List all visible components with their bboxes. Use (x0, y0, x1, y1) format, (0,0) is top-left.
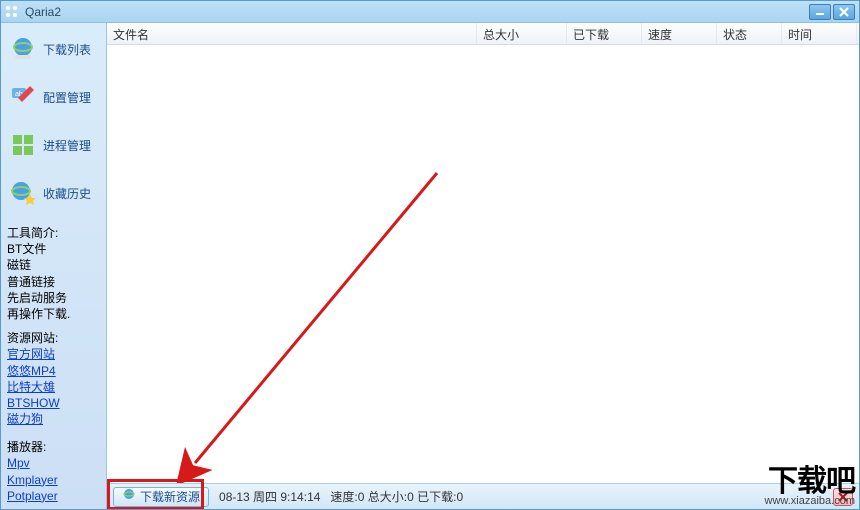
sidebar-item-config[interactable]: ab 配置管理 (3, 73, 104, 121)
resource-link[interactable]: 磁力狗 (7, 411, 100, 427)
intro-line: 普通链接 (7, 274, 100, 290)
watermark: 下载吧 www.xiazaiba.com (765, 467, 855, 507)
table-body (107, 45, 859, 483)
resource-link[interactable]: 官方网站 (7, 346, 100, 362)
players-links: Mpv Kmplayer Potplayer (1, 455, 106, 509)
globe-download-icon (9, 35, 37, 63)
intro-line: 先启动服务 (7, 290, 100, 306)
app-icon (5, 5, 19, 19)
grid-icon (9, 131, 37, 159)
col-downloaded[interactable]: 已下载 (567, 23, 642, 44)
window-controls (809, 4, 855, 20)
download-new-button[interactable]: 下载新资源 (113, 487, 209, 507)
sidebar-intro: 工具简介: BT文件 磁链 普通链接 先启动服务 再操作下载. (1, 219, 106, 324)
sidebar-item-process[interactable]: 进程管理 (3, 121, 104, 169)
status-datetime: 08-13 周四 9:14:14 (219, 488, 320, 505)
intro-heading: 工具简介: (7, 225, 100, 241)
resource-link[interactable]: 比特大雄 (7, 379, 100, 395)
download-button-label: 下载新资源 (140, 488, 200, 505)
table-header: 文件名 总大小 已下载 速度 状态 时间 (107, 23, 859, 45)
sidebar-item-label: 收藏历史 (43, 185, 98, 202)
player-link[interactable]: Kmplayer (7, 472, 100, 488)
body: 下载列表 ab 配置管理 进程管理 (1, 23, 859, 509)
players-heading: 播放器: (1, 433, 106, 455)
titlebar: Qaria2 (1, 1, 859, 23)
intro-line: BT文件 (7, 241, 100, 257)
globe-star-icon (9, 179, 37, 207)
sidebar-item-history[interactable]: 收藏历史 (3, 169, 104, 217)
sidebar-item-download-list[interactable]: 下载列表 (3, 25, 104, 73)
resource-link[interactable]: 悠悠MP4 (7, 363, 100, 379)
intro-line: 磁链 (7, 257, 100, 273)
sidebar-item-label: 进程管理 (43, 137, 98, 154)
status-metrics: 速度:0 总大小:0 已下载:0 (330, 488, 463, 505)
resource-link[interactable]: BTSHOW (7, 395, 100, 411)
col-speed[interactable]: 速度 (642, 23, 717, 44)
resources-links: 官方网站 悠悠MP4 比特大雄 BTSHOW 磁力狗 (1, 346, 106, 433)
status-bar: 下载新资源 08-13 周四 9:14:14 速度:0 总大小:0 已下载:0 (107, 483, 859, 509)
globe-download-small-icon (122, 488, 136, 505)
sidebar-item-label: 配置管理 (43, 89, 98, 106)
sidebar-nav: 下载列表 ab 配置管理 进程管理 (1, 23, 106, 219)
minimize-button[interactable] (809, 4, 831, 20)
close-button[interactable] (833, 4, 855, 20)
resources-heading: 资源网站: (1, 324, 106, 346)
sidebar-item-label: 下载列表 (43, 41, 98, 58)
intro-line: 再操作下载. (7, 306, 100, 322)
sidebar: 下载列表 ab 配置管理 进程管理 (1, 23, 107, 509)
edit-icon: ab (9, 83, 37, 111)
col-status[interactable]: 状态 (717, 23, 782, 44)
player-link[interactable]: Mpv (7, 455, 100, 471)
col-filename[interactable]: 文件名 (107, 23, 477, 44)
window-title: Qaria2 (25, 5, 809, 19)
watermark-text: 下载吧 (768, 467, 855, 497)
player-link[interactable]: Potplayer (7, 488, 100, 504)
col-totalsize[interactable]: 总大小 (477, 23, 567, 44)
watermark-url: www.xiazaiba.com (765, 495, 855, 507)
app-window: Qaria2 下载列表 ab (0, 0, 860, 510)
main-panel: 文件名 总大小 已下载 速度 状态 时间 下 (107, 23, 859, 509)
col-time[interactable]: 时间 (782, 23, 857, 44)
